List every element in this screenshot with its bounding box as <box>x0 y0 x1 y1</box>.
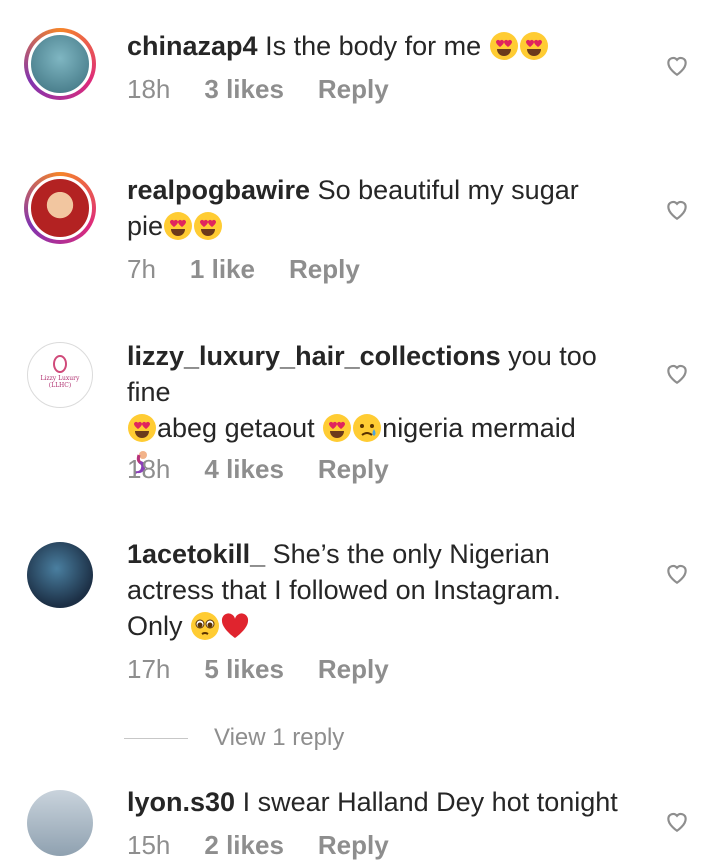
likes-count[interactable]: 5 likes <box>204 654 284 685</box>
username[interactable]: lyon.s30 <box>127 787 235 817</box>
hair-logo-icon <box>53 355 67 373</box>
timestamp: 15h <box>127 830 171 860</box>
reply-button[interactable]: Reply <box>318 830 389 861</box>
avatar[interactable] <box>27 542 93 608</box>
reply-button[interactable]: Reply <box>318 74 389 105</box>
avatar[interactable] <box>24 28 96 100</box>
likes-count[interactable]: 1 like <box>190 254 255 285</box>
likes-count[interactable]: 3 likes <box>204 74 284 105</box>
comment-meta: 18h 4 likes Reply <box>127 454 389 485</box>
timestamp: 18h <box>127 74 171 104</box>
username[interactable]: chinazap4 <box>127 31 258 61</box>
comment-text: nigeria mermaid <box>382 413 576 443</box>
heart-eyes-emoji <box>127 413 157 443</box>
avatar[interactable] <box>27 790 93 856</box>
heart-eyes-emoji <box>489 31 519 61</box>
heart-eyes-emoji <box>163 211 193 241</box>
heart-eyes-emoji <box>322 413 352 443</box>
like-heart-icon[interactable] <box>664 52 690 78</box>
pleading-face-emoji <box>191 612 220 640</box>
avatar[interactable] <box>24 172 96 244</box>
heart-eyes-emoji <box>519 31 549 61</box>
comment-text: abeg getaout <box>157 413 315 443</box>
reply-button[interactable]: Reply <box>318 454 389 485</box>
crying-emoji <box>353 414 382 442</box>
comment-meta: 7h 1 like Reply <box>127 254 360 285</box>
username[interactable]: realpogbawire <box>127 175 310 205</box>
comment-meta: 17h 5 likes Reply <box>127 654 389 685</box>
like-heart-icon[interactable] <box>664 360 690 386</box>
comment-text: Is the body for me <box>265 31 482 61</box>
logo-text: Lizzy Luxury <box>40 375 80 382</box>
comment-text: I swear Halland Dey hot tonight <box>242 787 618 817</box>
red-heart-emoji <box>221 613 249 638</box>
view-replies-label[interactable]: View 1 reply <box>214 724 344 752</box>
username[interactable]: 1acetokill_ <box>127 539 265 569</box>
view-replies-button[interactable]: View 1 reply <box>124 724 344 752</box>
likes-count[interactable]: 4 likes <box>204 454 284 485</box>
reply-button[interactable]: Reply <box>318 654 389 685</box>
logo-text: (LLHC) <box>48 382 72 389</box>
timestamp: 7h <box>127 254 156 284</box>
like-heart-icon[interactable] <box>664 808 690 834</box>
likes-count[interactable]: 2 likes <box>204 830 284 861</box>
like-heart-icon[interactable] <box>664 560 690 586</box>
avatar[interactable]: Lizzy Luxury (LLHC) <box>27 342 93 408</box>
reply-button[interactable]: Reply <box>289 254 360 285</box>
timestamp: 17h <box>127 654 171 684</box>
timestamp: 18h <box>127 454 171 484</box>
username[interactable]: lizzy_luxury_hair_collections <box>127 341 501 371</box>
like-heart-icon[interactable] <box>664 196 690 222</box>
comment-meta: 18h 3 likes Reply <box>127 74 389 105</box>
comment-meta: 15h 2 likes Reply <box>127 830 389 861</box>
heart-eyes-emoji <box>193 211 223 241</box>
divider-line <box>124 737 188 739</box>
